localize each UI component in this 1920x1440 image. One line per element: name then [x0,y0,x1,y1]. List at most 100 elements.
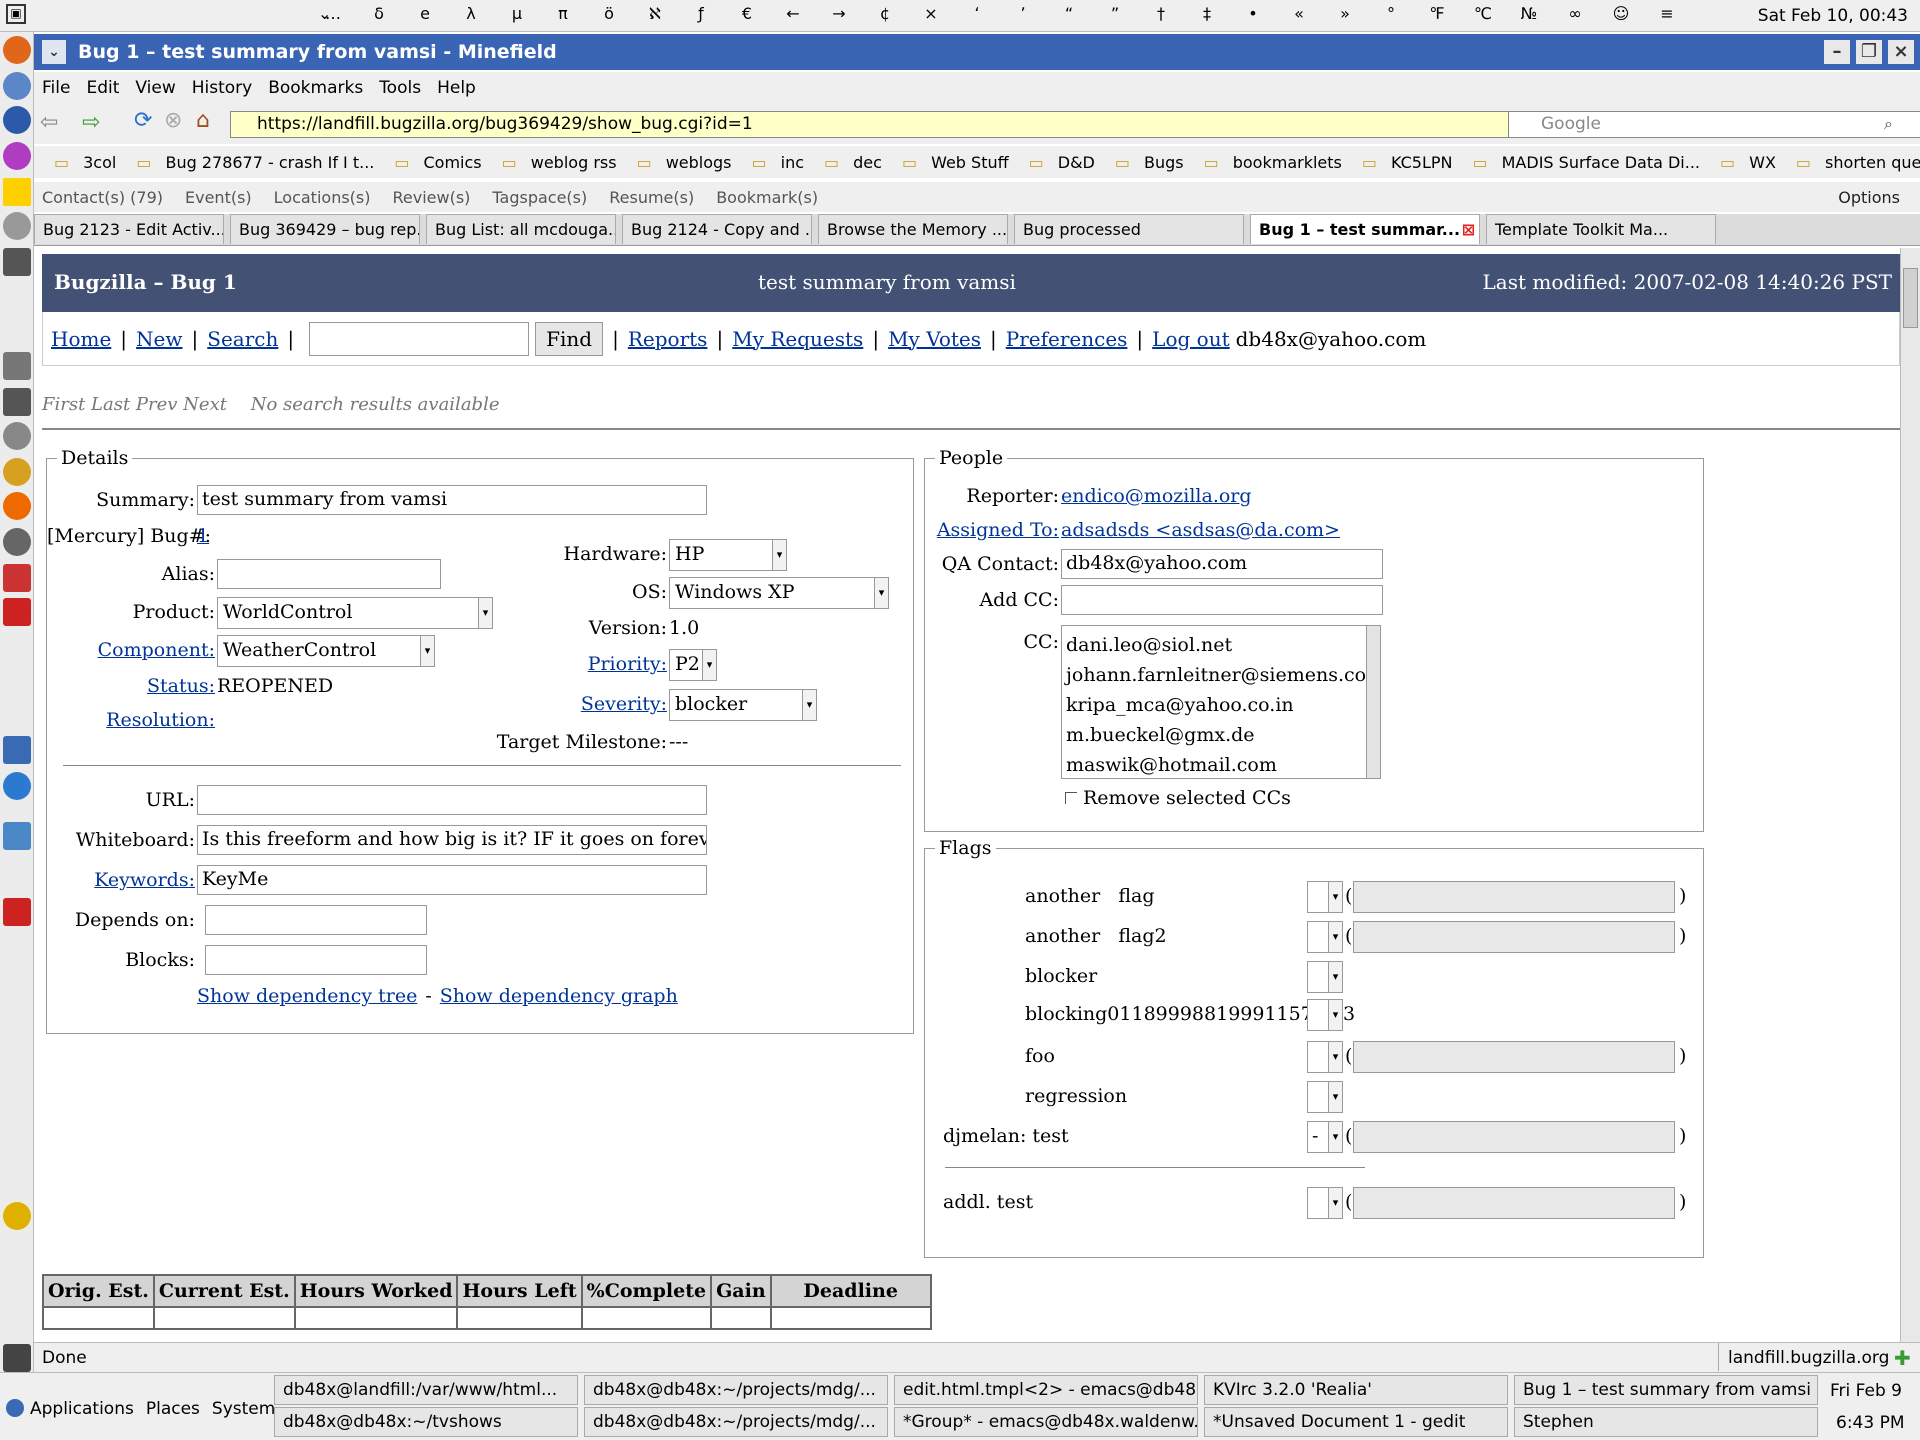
flag-requestee-input[interactable] [1353,881,1675,913]
bookmark-item[interactable]: ▭ shorten query [1786,153,1920,172]
close-tab-icon[interactable]: ⊠ [1462,220,1475,239]
flag-status-select[interactable]: ▾ [1307,881,1343,913]
time-table-cell[interactable] [152,1306,296,1330]
hardware-icon[interactable] [3,528,31,556]
notes-icon[interactable] [3,352,31,380]
search-icon[interactable]: ⌕ [1884,114,1893,134]
browser-tab[interactable]: Bug List: all mcdouga... [426,214,616,244]
preferences-link[interactable]: Preferences [1006,327,1128,351]
cc-list-item[interactable]: dani.leo@siol.net [1066,630,1376,660]
cc-list-item[interactable]: maswik@hotmail.com [1066,750,1376,778]
firefox-icon[interactable] [3,36,31,64]
bookmark-item[interactable]: ▭ 3col [44,153,116,172]
logout-link[interactable]: Log out [1152,327,1229,351]
cc-list-scrollbar[interactable] [1366,626,1380,778]
resolution-link[interactable]: Resolution: [47,709,215,731]
star-icon[interactable] [3,178,31,206]
taskbar-window-button[interactable]: db48x@landfill:/var/www/html... [274,1375,578,1405]
flag-status-select[interactable]: ▾ [1307,999,1343,1031]
status-link[interactable]: Status: [47,675,215,697]
char-palette-glyph[interactable]: ” [1092,4,1138,23]
alias-input[interactable] [217,559,441,589]
home-link[interactable]: Home [51,327,111,351]
char-palette-glyph[interactable]: ≡ [1644,4,1690,23]
priority-select[interactable]: P2 ▾ [669,649,717,681]
char-palette-glyph[interactable]: ° [1368,4,1414,23]
severity-select[interactable]: blocker ▾ [669,689,817,721]
menu-file[interactable]: File [42,78,70,98]
people-icon[interactable] [3,212,31,240]
cc-list-item[interactable]: m.bueckel@gmx.de [1066,720,1376,750]
mail-icon[interactable] [3,72,31,100]
forward-button[interactable]: ⇨ [82,110,100,135]
browser-tab[interactable]: Bug 1 – test summar... ⊠ [1250,214,1480,244]
search-link[interactable]: Search [207,327,278,351]
gnome-foot-icon[interactable] [6,1399,24,1417]
bookmark-item[interactable]: ▭ MADIS Surface Data Di... [1463,153,1701,172]
char-palette-glyph[interactable]: ʼ [1000,4,1046,23]
ubuntu-icon[interactable] [3,492,31,520]
flag-requestee-input[interactable] [1353,1187,1675,1219]
url-input[interactable] [197,785,707,815]
person-icon[interactable] [3,1202,31,1230]
char-palette-glyph[interactable]: ℃ [1460,4,1506,23]
remove-cc-checkbox[interactable] [1065,792,1077,804]
browser-tab[interactable]: Template Toolkit Ma... [1486,214,1716,244]
editor-icon[interactable] [3,388,31,416]
bookmark-item[interactable]: ▭ bookmarklets [1194,153,1342,172]
minimize-button[interactable]: – [1824,40,1850,64]
time-table-cell[interactable] [456,1306,583,1330]
char-palette-glyph[interactable]: ← [770,4,816,23]
char-palette-glyph[interactable]: π [540,4,586,23]
dependency-tree-link[interactable]: Show dependency tree [197,985,417,1007]
assigned-to-link[interactable]: Assigned To: [925,519,1059,541]
panel-menu-applications[interactable]: Applications [30,1399,134,1419]
bookmark-item[interactable]: ▭ weblogs [627,153,732,172]
extension-menu[interactable]: Event(s) [185,188,252,207]
back-button[interactable]: ⇦ [40,110,58,135]
cc-list-item[interactable]: kripa_mca@yahoo.co.in [1066,690,1376,720]
menu-bookmarks[interactable]: Bookmarks [268,78,363,98]
taskbar-window-button[interactable]: *Group* - emacs@db48x.waldenw... [894,1407,1198,1437]
browser-tab[interactable]: Bug 2124 - Copy and ... [622,214,812,244]
extension-menu[interactable]: Locations(s) [274,188,371,207]
bookmark-item[interactable]: ▭ Bug 278677 - crash If I t... [126,153,374,172]
menu-history[interactable]: History [192,78,252,98]
taskbar-window-button[interactable]: KVIrc 3.2.0 'Realia' [1204,1375,1508,1405]
char-palette-glyph[interactable]: ℵ [632,4,678,23]
page-scrollbar[interactable] [1900,248,1920,1342]
menu-help[interactable]: Help [437,78,476,98]
find-button[interactable]: Find [535,321,604,356]
bookmark-item[interactable]: ▭ KC5LPN [1352,153,1453,172]
terminal-icon[interactable]: ▣ [6,4,26,24]
browser-tab[interactable]: Bug processed [1014,214,1244,244]
extension-menu[interactable]: Review(s) [392,188,470,207]
kvirc-icon[interactable] [3,142,31,170]
flag-requestee-input[interactable] [1353,1121,1675,1153]
extension-menu[interactable]: Resume(s) [609,188,694,207]
char-palette-glyph[interactable]: € [724,4,770,23]
char-palette-glyph[interactable]: « [1276,4,1322,23]
character-palette[interactable]: … δ e λ μ π ö ℵ ƒ € ← → ¢ × ʻ ʼ “” † ‡ • «» ° ℉ ℃ № ∞ ☺ ≡ [310,4,1690,23]
char-palette-glyph[interactable]: ‡ [1184,4,1230,23]
whiteboard-input[interactable]: Is this freeform and how big is it? IF i… [197,825,707,855]
extension-menu[interactable]: Tagspace(s) [492,188,587,207]
flag-status-select[interactable]: ▾ [1307,1081,1343,1113]
char-palette-glyph[interactable]: • [1230,4,1276,23]
terminal-icon[interactable] [3,248,31,276]
flag-status-select[interactable]: ▾ [1307,921,1343,953]
keywords-link[interactable]: Keywords: [47,869,195,891]
blocks-input[interactable] [205,945,427,975]
bookmark-item[interactable]: ▭ Comics [384,153,481,172]
extension-menu[interactable]: Contact(s) (79) [42,188,163,207]
char-palette-glyph[interactable]: × [908,4,954,23]
globe-icon[interactable] [3,106,31,134]
scrollbar-thumb[interactable] [1903,268,1918,328]
reload-button[interactable]: ⟳ [134,108,152,133]
close-button[interactable]: × [1888,40,1914,64]
depends-on-input[interactable] [205,905,427,935]
flag-requestee-input[interactable] [1353,1041,1675,1073]
taskbar-date[interactable]: Fri Feb 9 [1830,1381,1902,1401]
char-palette-glyph[interactable]: ¢ [862,4,908,23]
component-select[interactable]: WeatherControl ▾ [217,635,435,667]
